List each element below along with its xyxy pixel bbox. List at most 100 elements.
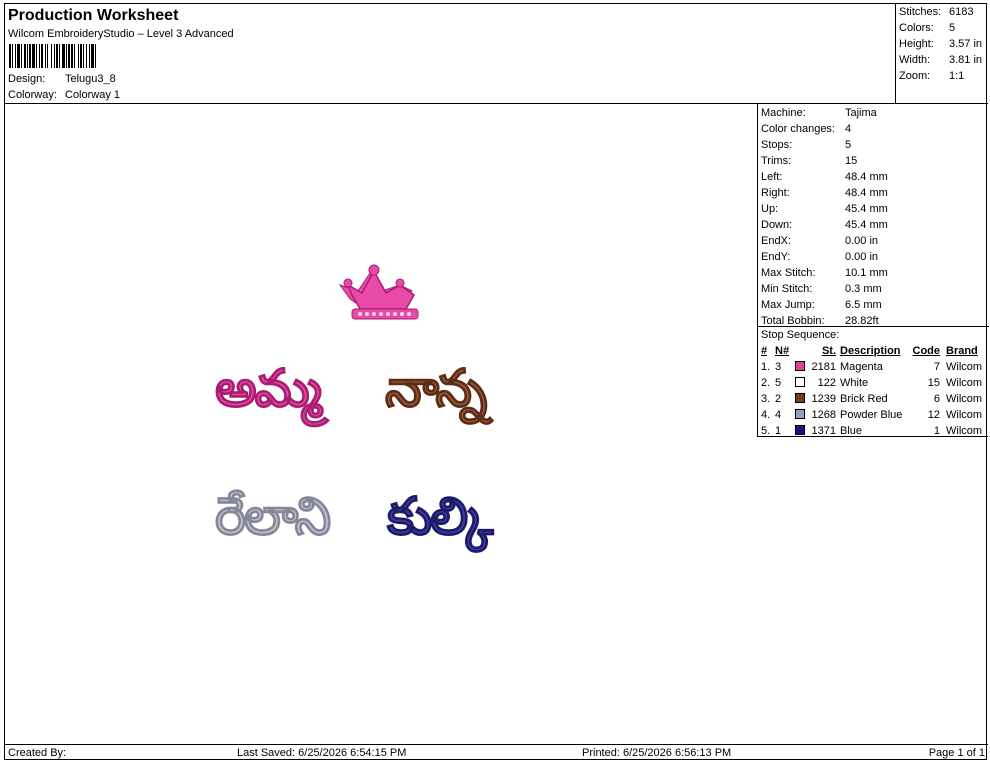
row-code: 15 bbox=[927, 377, 940, 389]
design-label: Design: bbox=[8, 73, 46, 85]
colorway-label: Colorway: bbox=[8, 89, 57, 101]
machine-panel: Machine: Tajima Color changes: 4 Stops: 5 T… bbox=[757, 104, 989, 437]
row-code: 7 bbox=[933, 361, 940, 373]
prop-label: EndX: bbox=[761, 235, 791, 247]
row-stitches: 1268 bbox=[811, 409, 836, 421]
stitches-value: 6183 bbox=[949, 6, 974, 18]
row-needle: 2 bbox=[775, 393, 782, 405]
color-swatch bbox=[795, 377, 805, 387]
machine-prop: Min Stitch: 0.3 mm bbox=[761, 283, 882, 295]
width-value: 3.81 in bbox=[949, 54, 983, 66]
prop-label: Stops: bbox=[761, 139, 793, 151]
zoom-value: 1:1 bbox=[949, 70, 965, 82]
prop-label: Machine: bbox=[761, 107, 806, 119]
height-label: Height: bbox=[899, 38, 934, 50]
prop-value: 45.4 mm bbox=[845, 203, 888, 215]
color-swatch bbox=[795, 409, 805, 419]
barcode-image bbox=[9, 44, 147, 68]
machine-prop: Stops: 5 bbox=[761, 139, 851, 151]
row-brand: Wilcom bbox=[946, 377, 983, 389]
colors-value: 5 bbox=[949, 22, 956, 34]
zoom-row: Zoom: 1:1 bbox=[899, 70, 964, 82]
row-description: Powder Blue bbox=[840, 409, 903, 421]
row-num: 4. bbox=[761, 409, 771, 421]
zoom-label: Zoom: bbox=[899, 70, 931, 82]
row-num: 1. bbox=[761, 361, 771, 373]
colorway-value: Colorway 1 bbox=[65, 89, 121, 101]
stitches-label: Stitches: bbox=[899, 6, 942, 18]
prop-value: 48.4 mm bbox=[845, 187, 888, 199]
panel-divider bbox=[758, 326, 989, 327]
prop-value: 48.4 mm bbox=[845, 171, 888, 183]
design-row: Design: Telugu3_8 bbox=[8, 73, 116, 85]
col-code: Code bbox=[912, 345, 941, 357]
row-num: 5. bbox=[761, 425, 771, 437]
stop-sequence-row: 5. 1 1371 Blue 1 Wilcom bbox=[758, 425, 989, 441]
prop-value: 5 bbox=[845, 139, 852, 151]
height-value: 3.57 in bbox=[949, 38, 983, 50]
prop-value: 45.4 mm bbox=[845, 219, 888, 231]
design-value: Telugu3_8 bbox=[65, 73, 116, 85]
row-brand: Wilcom bbox=[946, 393, 983, 405]
row-stitches: 1371 bbox=[811, 425, 836, 437]
prop-value: 4 bbox=[845, 123, 852, 135]
colors-label: Colors: bbox=[899, 22, 934, 34]
col-description: Description bbox=[840, 345, 901, 357]
color-swatch bbox=[795, 361, 805, 371]
row-needle: 1 bbox=[775, 425, 782, 437]
machine-prop: Max Stitch: 10.1 mm bbox=[761, 267, 888, 279]
machine-prop: Max Jump: 6.5 mm bbox=[761, 299, 882, 311]
stitches-row: Stitches: 6183 bbox=[899, 6, 973, 18]
colors-row: Colors: 5 bbox=[899, 22, 955, 34]
worksheet: Production Worksheet Wilcom EmbroiderySt… bbox=[4, 3, 989, 760]
col-stitches: St. bbox=[821, 345, 836, 357]
row-needle: 3 bbox=[775, 361, 782, 373]
embroidery-design: అమ్మ నాన్న రేలాని కుల్కి bbox=[195, 259, 575, 599]
machine-prop: Machine: Tajima bbox=[761, 107, 877, 119]
software-name: Wilcom EmbroideryStudio – Level 3 Advanc… bbox=[8, 28, 234, 40]
row-code: 1 bbox=[933, 425, 940, 437]
prop-label: EndY: bbox=[761, 251, 791, 263]
machine-prop: EndX: 0.00 in bbox=[761, 235, 878, 247]
prop-label: Left: bbox=[761, 171, 783, 183]
prop-label: Right: bbox=[761, 187, 790, 199]
color-swatch bbox=[795, 425, 805, 435]
row-brand: Wilcom bbox=[946, 361, 983, 373]
col-num: # bbox=[761, 345, 768, 357]
col-brand: Brand bbox=[946, 345, 978, 357]
machine-prop: Left: 48.4 mm bbox=[761, 171, 888, 183]
created-by: Created By: bbox=[8, 747, 67, 759]
row-brand: Wilcom bbox=[946, 425, 983, 437]
row-code: 6 bbox=[933, 393, 940, 405]
page-number: Page 1 of 1 bbox=[928, 747, 985, 759]
worksheet-header: Production Worksheet Wilcom EmbroiderySt… bbox=[5, 4, 895, 104]
row-num: 2. bbox=[761, 377, 771, 389]
stop-sequence-row: 2. 5 122 White 15 Wilcom bbox=[758, 377, 989, 393]
prop-value: Tajima bbox=[845, 107, 877, 119]
worksheet-footer: Created By: Last Saved: 6/25/2026 6:54:1… bbox=[5, 744, 988, 760]
row-code: 12 bbox=[927, 409, 940, 421]
width-label: Width: bbox=[899, 54, 931, 66]
design-text-powder-blue: రేలాని bbox=[214, 487, 331, 548]
stop-sequence-title: Stop Sequence: bbox=[761, 329, 840, 341]
color-swatch bbox=[795, 393, 805, 403]
row-stitches: 122 bbox=[817, 377, 836, 389]
printed-date: Printed: 6/25/2026 6:56:13 PM bbox=[582, 747, 732, 759]
prop-label: Trims: bbox=[761, 155, 792, 167]
row-stitches: 1239 bbox=[811, 393, 836, 405]
stop-sequence-row: 3. 2 1239 Brick Red 6 Wilcom bbox=[758, 393, 989, 409]
machine-prop: Down: 45.4 mm bbox=[761, 219, 888, 231]
machine-prop: Up: 45.4 mm bbox=[761, 203, 888, 215]
prop-value: 15 bbox=[845, 155, 858, 167]
col-needle: N# bbox=[775, 345, 790, 357]
design-text-magenta: అమ్మ bbox=[215, 359, 323, 420]
machine-prop: Color changes: 4 bbox=[761, 123, 851, 135]
row-description: Magenta bbox=[840, 361, 883, 373]
prop-label: Up: bbox=[761, 203, 779, 215]
stop-sequence-row: 4. 4 1268 Powder Blue 12 Wilcom bbox=[758, 409, 989, 425]
last-saved: Last Saved: 6/25/2026 6:54:15 PM bbox=[237, 747, 407, 759]
width-row: Width: 3.81 in bbox=[899, 54, 982, 66]
prop-value: 0.00 in bbox=[845, 235, 879, 247]
row-description: White bbox=[840, 377, 869, 389]
machine-prop: EndY: 0.00 in bbox=[761, 251, 878, 263]
